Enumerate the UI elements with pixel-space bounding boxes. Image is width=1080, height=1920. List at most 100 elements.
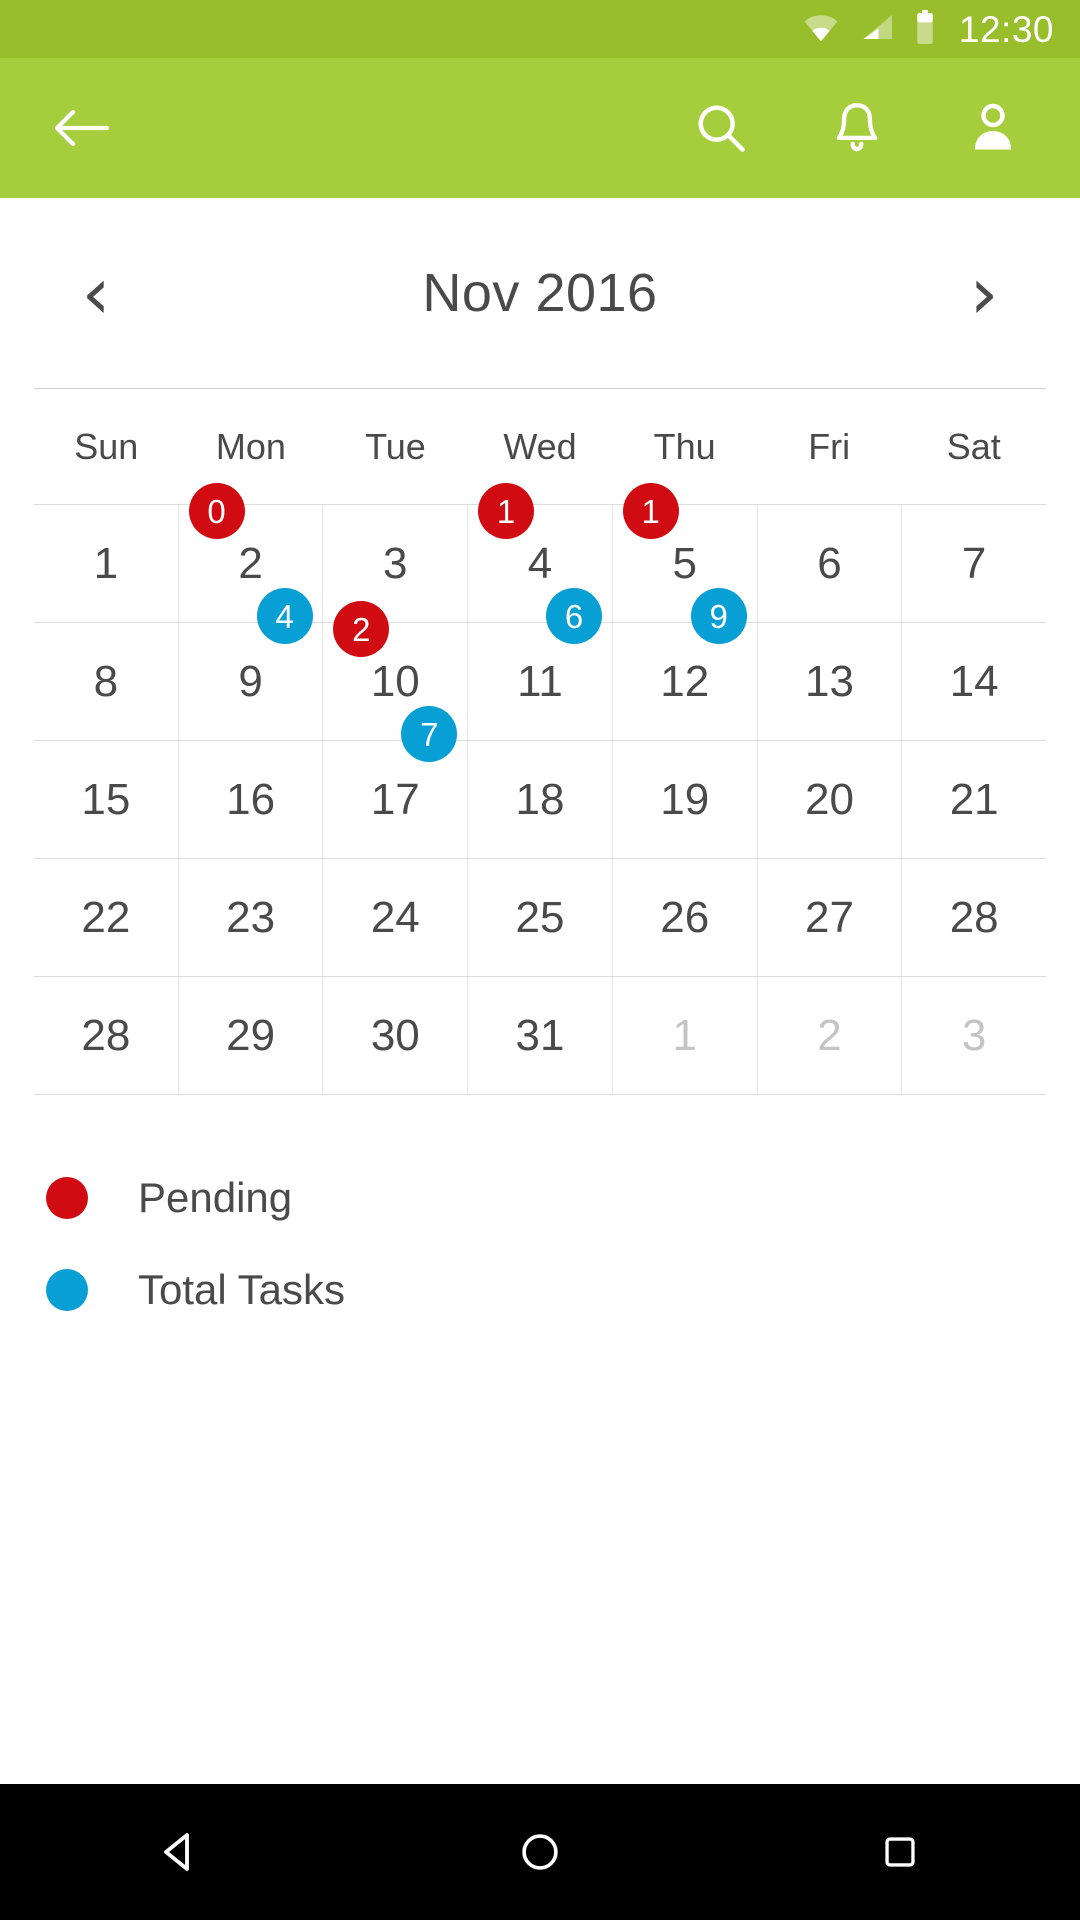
- calendar-day-cell[interactable]: 1: [613, 977, 758, 1094]
- calendar-day-cell[interactable]: 19: [613, 741, 758, 858]
- day-number: 2: [238, 538, 263, 588]
- calendar-day-cell[interactable]: 10 2 7: [323, 601, 469, 762]
- weekday-header-row: Sun Mon Tue Wed Thu Fri Sat: [0, 389, 1080, 504]
- calendar-day-cell[interactable]: 21: [902, 741, 1046, 858]
- day-number: 12: [660, 656, 710, 706]
- calendar-day-cell[interactable]: 11: [468, 623, 613, 740]
- day-number: 9: [238, 656, 263, 706]
- day-number: 14: [949, 656, 999, 706]
- calendar-day-cell[interactable]: 8: [34, 623, 179, 740]
- day-number: 3: [961, 1010, 987, 1060]
- day-number: 17: [370, 774, 420, 824]
- weekday-label: Sun: [74, 425, 139, 467]
- prev-month-button[interactable]: ‹: [56, 253, 136, 333]
- bell-icon: [836, 103, 878, 152]
- calendar-day-cell[interactable]: 16: [179, 741, 324, 858]
- day-number: 1: [93, 538, 119, 588]
- calendar-day-cell[interactable]: 27: [758, 859, 903, 976]
- calendar-day-cell[interactable]: 519: [613, 483, 758, 644]
- calendar-grid: 1 2 0 4 3 4 1 6 5 1 9 6 7 8 9 10 2 7 11 12 13 14 15 16 17 18 19 20 2…: [34, 483, 1046, 1095]
- day-number: 29: [226, 1010, 276, 1060]
- status-time: 12:30: [958, 8, 1054, 50]
- legend-item-total-tasks: Total Tasks: [46, 1253, 1080, 1327]
- calendar-day-cell[interactable]: 15: [34, 741, 179, 858]
- day-number: 10: [370, 656, 420, 706]
- pending-count-badge: 0: [188, 483, 245, 539]
- legend-item-pending: Pending: [46, 1161, 1080, 1235]
- legend: Pending Total Tasks: [0, 1095, 1080, 1345]
- nav-recents-button[interactable]: [825, 1784, 975, 1920]
- calendar-day-cell[interactable]: 28: [902, 859, 1046, 976]
- calendar-day-cell[interactable]: 6: [758, 505, 903, 622]
- day-number: 27: [804, 892, 854, 942]
- profile-button[interactable]: [958, 93, 1028, 163]
- day-number: 30: [370, 1010, 420, 1060]
- day-number: 28: [949, 892, 999, 942]
- calendar-day-cell[interactable]: 416: [468, 483, 613, 644]
- recents-square-icon: [885, 1837, 915, 1867]
- day-number: 22: [81, 892, 131, 942]
- weekday-label: Sat: [946, 425, 1001, 467]
- calendar-day-cell[interactable]: 24: [323, 859, 469, 976]
- day-number: 15: [81, 774, 131, 824]
- calendar-day-cell[interactable]: 1: [34, 505, 179, 622]
- nav-home-button[interactable]: [465, 1784, 615, 1920]
- weekday-label: Thu: [653, 425, 716, 467]
- calendar-day-cell[interactable]: 20: [758, 741, 903, 858]
- weekday-label: Wed: [503, 425, 577, 467]
- notifications-button[interactable]: [822, 93, 892, 163]
- search-button[interactable]: [686, 93, 756, 163]
- battery-icon: [915, 9, 935, 49]
- legend-label: Pending: [138, 1174, 293, 1221]
- chevron-left-icon: ‹: [81, 251, 111, 335]
- calendar-day-cell[interactable]: 2: [758, 977, 903, 1094]
- calendar-day-cell[interactable]: 14: [902, 623, 1046, 740]
- status-bar: 12:30: [0, 0, 1080, 58]
- legend-dot-total-icon: [46, 1269, 88, 1311]
- status-icons: [803, 9, 935, 49]
- next-month-button[interactable]: ›: [944, 253, 1024, 333]
- calendar-day-cell[interactable]: 30: [323, 977, 469, 1094]
- pending-count-badge: 1: [478, 483, 535, 539]
- day-number: 4: [527, 538, 553, 588]
- signal-icon: [859, 12, 895, 47]
- app-bar-actions: [686, 93, 1042, 163]
- calendar-day-cell[interactable]: 22: [34, 859, 179, 976]
- back-triangle-icon: [164, 1833, 189, 1871]
- weekday-label: Fri: [808, 425, 851, 467]
- calendar-day-cell[interactable]: 3: [902, 977, 1046, 1094]
- day-number: 1: [672, 1010, 697, 1060]
- calendar-day-cell[interactable]: 23: [179, 859, 324, 976]
- calendar-day-cell[interactable]: 204: [179, 483, 324, 644]
- calendar-day-cell[interactable]: 26: [613, 859, 758, 976]
- calendar-week-row: 8 9 10 2 7 11 12 13 14: [34, 601, 1046, 762]
- calendar-week-row: 28 29 30 31 1 2 3: [34, 977, 1046, 1095]
- calendar-day-cell[interactable]: 12: [613, 623, 758, 740]
- calendar-day-cell[interactable]: 13: [758, 623, 903, 740]
- day-number: 19: [660, 774, 710, 824]
- day-number: 20: [804, 774, 854, 824]
- day-number: 5: [672, 538, 697, 588]
- pending-count-badge: 1: [622, 483, 679, 539]
- back-button[interactable]: [46, 93, 116, 163]
- calendar-day-cell[interactable]: 17: [323, 741, 469, 858]
- nav-back-button[interactable]: [105, 1784, 255, 1920]
- system-nav-bar: [0, 1784, 1080, 1920]
- day-number: 25: [515, 892, 565, 942]
- calendar-week-row: 1204341651967: [34, 483, 1046, 644]
- weekday-label: Mon: [215, 425, 286, 467]
- day-number: 18: [515, 774, 565, 824]
- month-header: ‹ Nov 2016 ›: [0, 198, 1080, 388]
- calendar-day-cell[interactable]: 28: [34, 977, 179, 1094]
- calendar-day-cell[interactable]: 9: [179, 623, 324, 740]
- app-screen: 12:30 ‹ Nov 2016 › Sun Mon Tue Wed Thu F…: [0, 0, 1080, 1920]
- calendar-day-cell[interactable]: 25: [468, 859, 613, 976]
- calendar-day-cell[interactable]: 29: [179, 977, 324, 1094]
- app-bar: [0, 58, 1080, 198]
- calendar-day-cell[interactable]: 31: [468, 977, 613, 1094]
- person-icon: [974, 103, 1012, 150]
- day-number: 31: [515, 1010, 565, 1060]
- calendar-day-cell[interactable]: 7: [902, 505, 1046, 622]
- day-number: 28: [81, 1010, 131, 1060]
- calendar-day-cell[interactable]: 18: [468, 741, 613, 858]
